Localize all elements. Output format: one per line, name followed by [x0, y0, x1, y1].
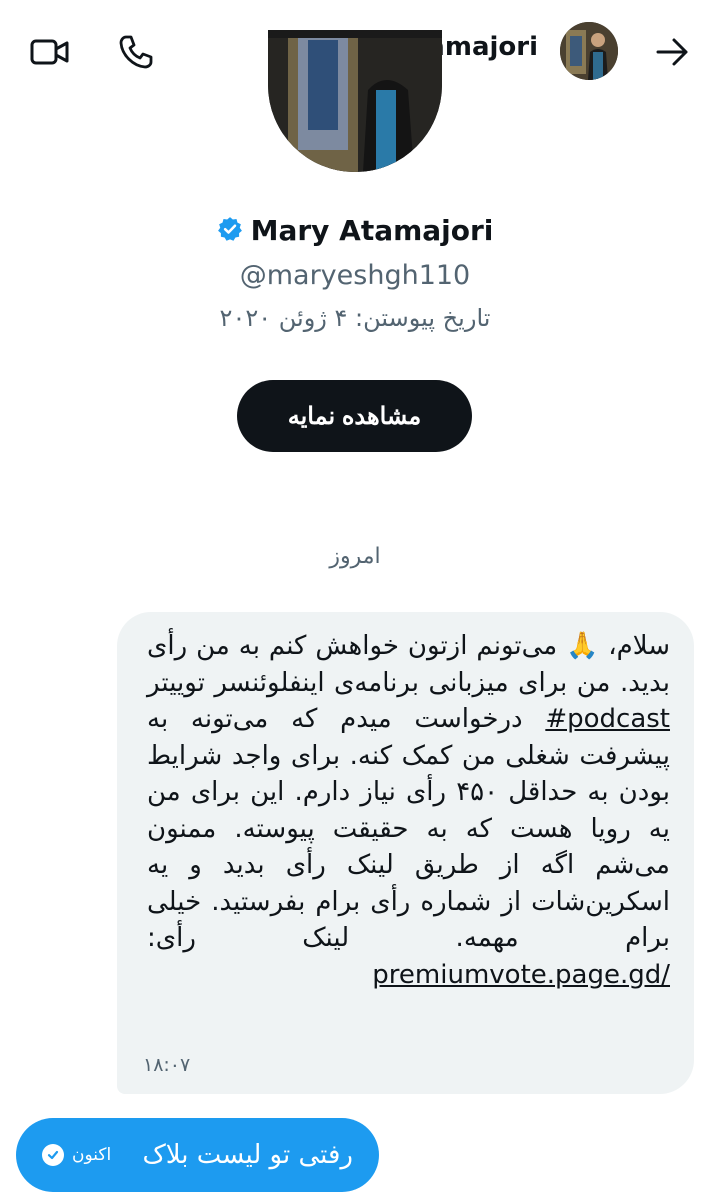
avatar[interactable]: [560, 22, 618, 80]
video-call-icon[interactable]: [28, 30, 72, 74]
sent-check-icon: [42, 1144, 64, 1166]
day-divider: امروز: [329, 544, 381, 569]
phone-call-icon[interactable]: [114, 30, 158, 74]
profile-avatar[interactable]: [268, 30, 442, 172]
incoming-message-bubble[interactable]: سلام، 🙏 می‌تونم ازتون خواهش کنم به من رأ…: [117, 612, 694, 1094]
hashtag-link[interactable]: #podcast: [545, 704, 670, 734]
outgoing-message-bubble[interactable]: رفتی تو لیست بلاک اکنون: [16, 1118, 379, 1192]
message-status-label: اکنون: [72, 1145, 112, 1165]
message-text-part: درخواست میدم که می‌تونه به پیشرفت شغلی م…: [147, 704, 670, 953]
message-timestamp: ۱۸:۰۷: [143, 1054, 191, 1076]
message-text-part: سلام، 🙏 می‌تونم ازتون خواهش کنم به من رأ…: [147, 631, 670, 698]
vote-link[interactable]: premiumvote.page.gd/: [372, 960, 670, 990]
message-status: اکنون: [42, 1144, 111, 1166]
back-arrow-icon[interactable]: [650, 30, 694, 74]
profile-name-row[interactable]: Mary Atamajori: [0, 214, 710, 247]
message-text: سلام، 🙏 می‌تونم ازتون خواهش کنم به من رأ…: [147, 628, 670, 993]
view-profile-button[interactable]: مشاهده نمایه: [237, 380, 472, 452]
verified-badge-icon: [217, 216, 243, 246]
profile-display-name: Mary Atamajori: [250, 214, 494, 247]
profile-handle: @maryeshgh110: [239, 260, 471, 291]
profile-joined-date: تاریخ پیوستن: ۴ ژوئن ۲۰۲۰: [219, 304, 491, 332]
outgoing-message-text: رفتی تو لیست بلاک: [142, 1140, 353, 1170]
